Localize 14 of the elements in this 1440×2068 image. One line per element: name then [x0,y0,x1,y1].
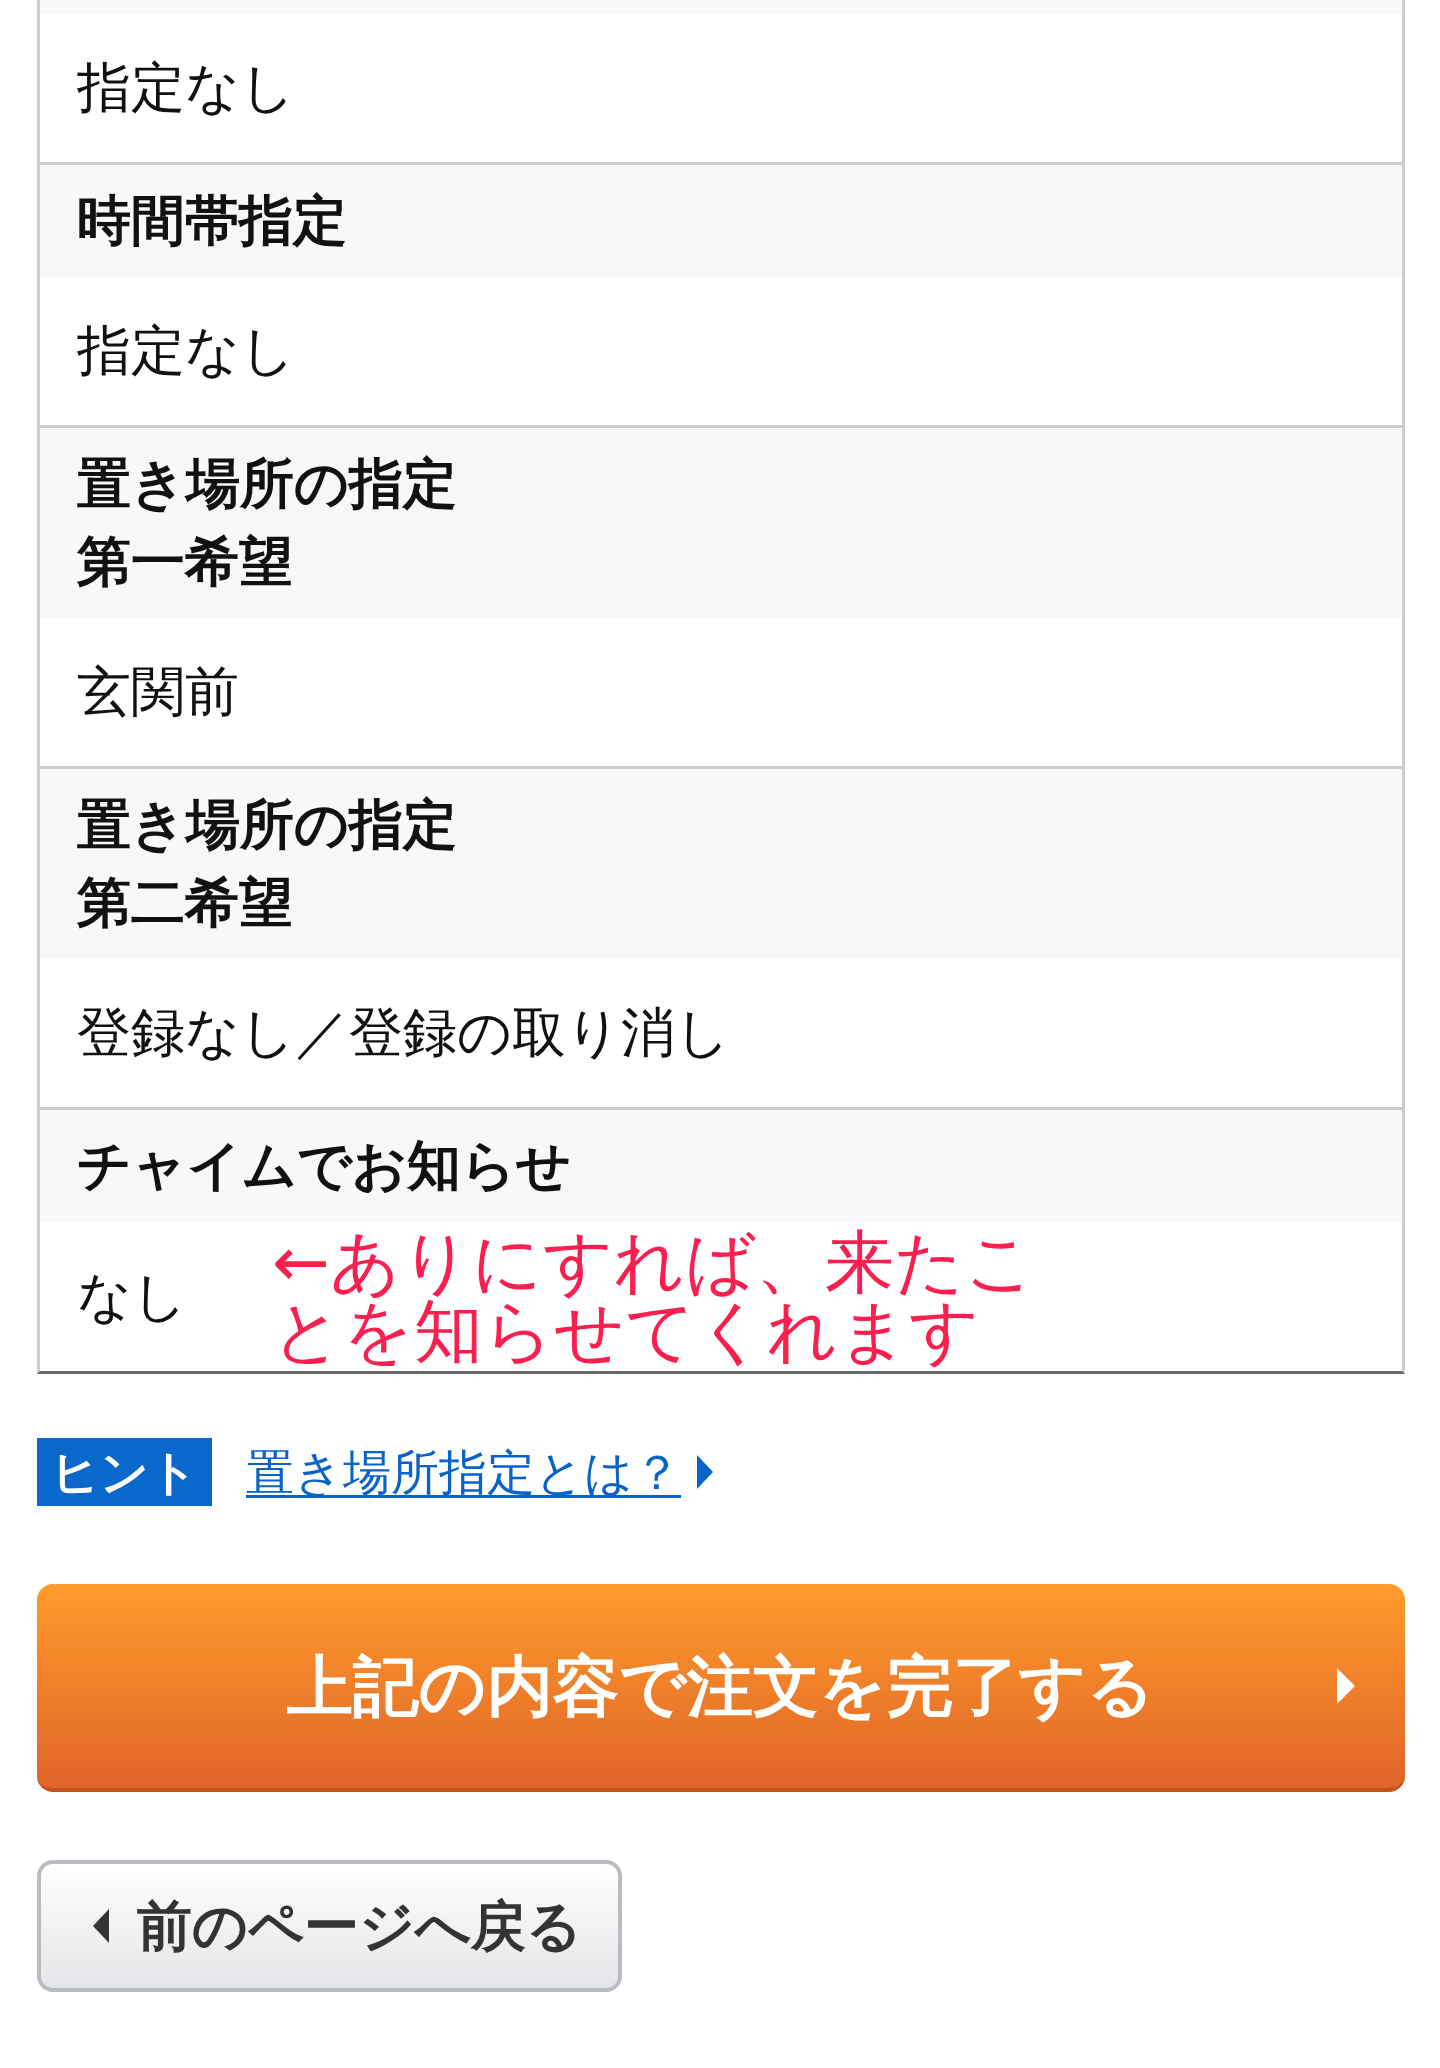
table-header-cell: 時間帯指定 [40,162,1402,277]
back-button[interactable]: 前のページへ戻る [37,1860,622,1992]
header-line: 第二希望 [77,870,293,936]
table-header-cell: チャイムでお知らせ [40,1107,1402,1222]
annotation-text: ←ありにすれば、来たことを知らせてくれます [272,1227,1037,1366]
header-line: 置き場所の指定 [77,792,457,858]
header-line: 第一希望 [77,529,293,595]
hint-label: ヒント [37,1438,212,1506]
value-text: なし [77,1263,187,1330]
help-link[interactable]: 置き場所指定とは？ [246,1442,681,1502]
triangle-right-icon [697,1455,713,1489]
triangle-left-icon [93,1909,109,1943]
triangle-right-icon [1337,1668,1355,1704]
header-line: 置き場所の指定 [77,451,457,517]
